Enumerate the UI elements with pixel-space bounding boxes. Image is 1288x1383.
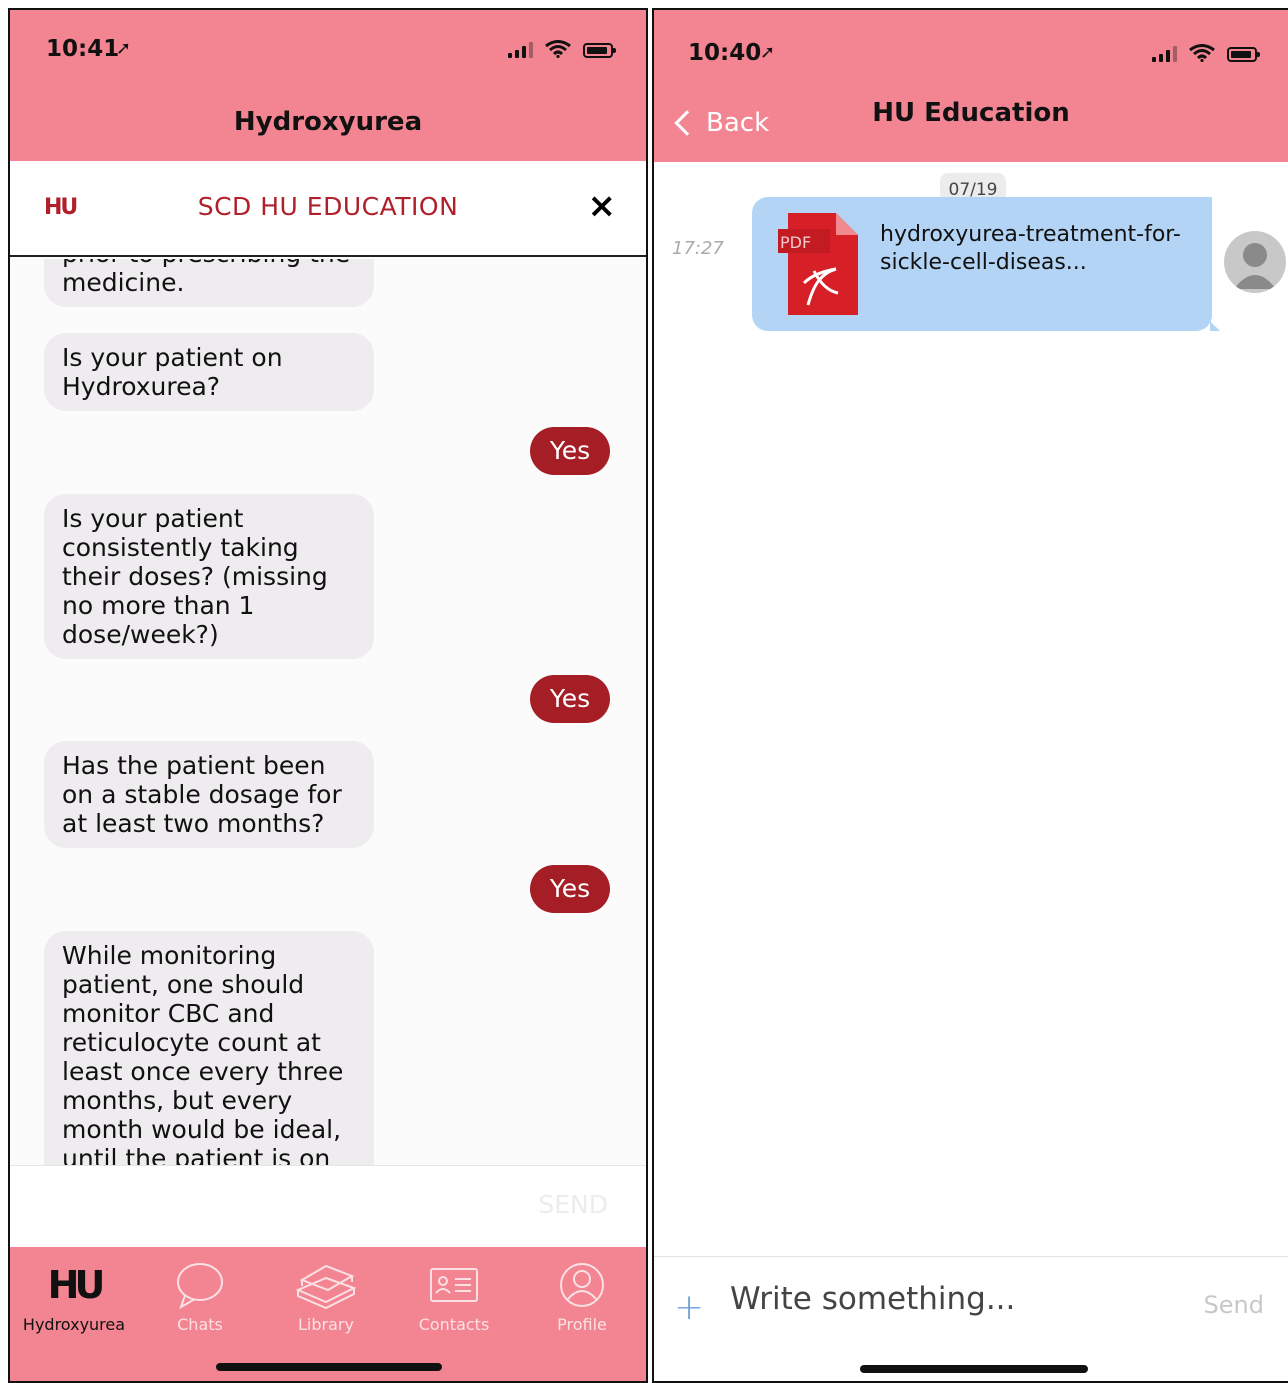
tab-chats[interactable]: Chats [140,1259,260,1334]
bot-message: While monitoring patient, one should mon… [44,931,374,1165]
status-bar: 10:40 ➚ [654,10,1288,80]
signal-icon [1152,46,1177,62]
tab-bar: HU Hydroxyurea Chats Library Contacts Pr… [10,1247,646,1381]
tab-label: Hydroxyurea [22,1315,126,1334]
tab-hydroxyurea[interactable]: HU Hydroxyurea [14,1259,134,1334]
bot-message: Is your patient consistently taking thei… [44,494,374,659]
hu-logo-icon: HU [47,1263,106,1307]
tab-contacts[interactable]: Contacts [394,1259,514,1334]
tab-library[interactable]: Library [266,1259,386,1334]
phone-left: 10:41 ➚ Hydroxyurea HU SCD HU EDUCATION … [8,8,648,1383]
home-indicator [216,1363,442,1371]
message-input[interactable] [730,1277,1150,1321]
status-time: 10:41 [46,36,120,62]
location-arrow-icon: ➚ [760,42,776,63]
signal-icon [508,42,533,58]
profile-icon [560,1263,604,1307]
status-time: 10:40 [688,40,762,66]
page-title: Hydroxyurea [233,107,423,137]
file-message[interactable]: PDF hydroxyurea-treatment-for-sickle-cel… [752,197,1220,331]
status-icons [508,40,616,58]
tab-label: Profile [557,1315,607,1334]
send-bar: SEND [10,1165,646,1247]
user-avatar-icon [1234,243,1276,289]
wifi-icon [1189,44,1215,62]
reply-yes-button[interactable]: Yes [530,427,610,475]
reply-yes-button[interactable]: Yes [530,865,610,913]
app-header: 10:40 ➚ Back HU Education [654,10,1288,162]
bot-message: Has the patient been on a stable dosage … [44,741,374,848]
battery-icon [583,43,616,58]
books-icon [295,1264,357,1310]
app-header: 10:41 ➚ Hydroxyurea [10,10,646,161]
home-indicator [860,1365,1088,1373]
status-bar: 10:41 ➚ [10,10,646,80]
tab-profile[interactable]: Profile [522,1259,642,1334]
pdf-file-icon [778,213,858,315]
bot-message: prior to prescribing the medicine. [44,259,374,307]
message-timestamp: 17:27 [672,238,724,259]
file-type-label: PDF [780,233,812,252]
chat-bubble-icon [177,1263,223,1309]
avatar[interactable] [1224,231,1286,293]
contact-card-icon [430,1268,478,1302]
send-button[interactable]: SEND [538,1190,608,1219]
chat-title: SCD HU EDUCATION [197,192,459,221]
message-composer: + Send [654,1256,1288,1381]
page-title: HU Education [872,98,1070,128]
tab-label: Chats [177,1315,223,1334]
add-attachment-button[interactable]: + [674,1287,704,1328]
battery-icon [1227,47,1260,62]
file-name: hydroxyurea-treatment-for-sickle-cell-di… [880,222,1181,275]
close-button[interactable]: × [588,189,617,223]
tab-label: Contacts [418,1315,490,1334]
bot-message: Is your patient on Hydroxurea? [44,333,374,411]
status-icons [1152,44,1260,62]
phone-right: 10:40 ➚ Back HU Education 07/19 17:27 PD… [652,8,1288,1383]
tab-label: Library [298,1315,354,1334]
message-list[interactable]: prior to prescribing the medicine. Is yo… [10,259,646,1165]
location-arrow-icon: ➚ [116,38,132,59]
wifi-icon [545,40,571,58]
send-button[interactable]: Send [1204,1291,1264,1319]
chat-title-bar: HU SCD HU EDUCATION × [10,161,646,257]
reply-yes-button[interactable]: Yes [530,675,610,723]
